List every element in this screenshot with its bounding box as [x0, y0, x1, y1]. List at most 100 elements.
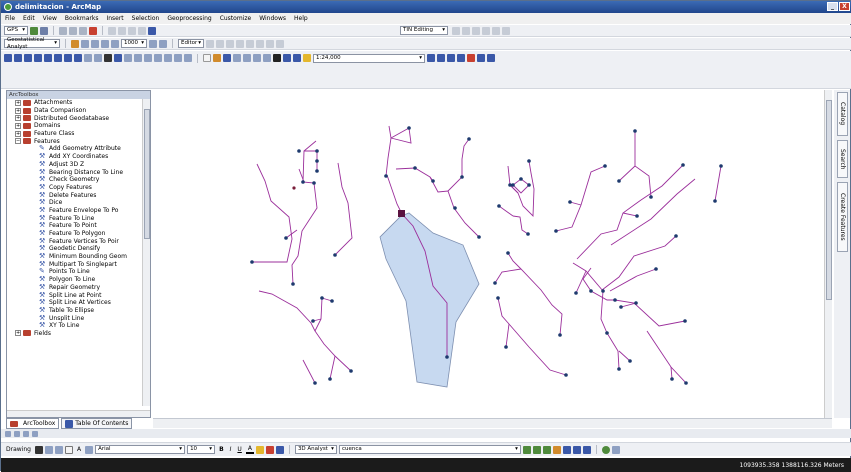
stream-line[interactable]: [618, 350, 631, 362]
stream-line[interactable]: [714, 165, 722, 202]
stream-node[interactable]: [311, 319, 315, 323]
menu-geoprocessing[interactable]: Geoprocessing: [167, 15, 211, 22]
gps-tool-icon[interactable]: [40, 26, 48, 35]
zoom-in-icon[interactable]: [4, 54, 12, 62]
expand-icon[interactable]: +: [15, 130, 21, 137]
line-color-icon[interactable]: [265, 445, 274, 454]
stream-node[interactable]: [683, 319, 687, 323]
bold-button[interactable]: B: [217, 446, 226, 453]
tin-node-icon[interactable]: [452, 26, 460, 35]
stream-node[interactable]: [477, 235, 481, 239]
attributes-icon[interactable]: [266, 39, 274, 48]
stream-node[interactable]: [635, 214, 639, 218]
stream-node[interactable]: [315, 169, 319, 173]
stream-node[interactable]: [301, 180, 305, 184]
stream-line[interactable]: [329, 355, 336, 380]
stream-node[interactable]: [453, 206, 457, 210]
stream-line[interactable]: [447, 138, 470, 192]
menu-insert[interactable]: Insert: [106, 15, 123, 22]
stream-line[interactable]: [390, 127, 410, 139]
basin-outlet-marker[interactable]: [398, 210, 405, 217]
stream-node[interactable]: [719, 164, 723, 168]
tin-edge-icon[interactable]: [462, 26, 470, 35]
line-of-sight-icon[interactable]: [542, 445, 551, 454]
stream-node[interactable]: [297, 149, 301, 153]
tool-item[interactable]: ⚒ Feature To Line: [9, 214, 144, 222]
underline-button[interactable]: U: [235, 446, 243, 453]
tool-item[interactable]: ⚒ Copy Features: [9, 183, 144, 192]
stream-line[interactable]: [395, 167, 434, 182]
stream-node[interactable]: [312, 181, 316, 185]
toolbox-item[interactable]: + Attachments: [9, 99, 144, 107]
menu-bookmarks[interactable]: Bookmarks: [65, 15, 99, 22]
forward-icon[interactable]: [74, 54, 82, 62]
clear-selection-icon[interactable]: [94, 54, 102, 62]
toolbox-item[interactable]: − Features: [9, 137, 144, 145]
stream-node[interactable]: [506, 251, 510, 255]
time-slider-icon[interactable]: [184, 54, 192, 62]
select-elements-icon[interactable]: [34, 445, 43, 454]
search-window-icon[interactable]: [457, 54, 465, 62]
stream-node[interactable]: [413, 166, 417, 170]
stream-line[interactable]: [646, 330, 687, 384]
expand-icon[interactable]: +: [15, 122, 21, 129]
stream-node[interactable]: [619, 305, 623, 309]
zoom-whole-page-icon[interactable]: [54, 445, 63, 454]
pointer-icon[interactable]: [104, 54, 112, 62]
toolbox-item[interactable]: + Fields: [9, 330, 144, 338]
measure-icon[interactable]: [144, 54, 152, 62]
stream-node[interactable]: [445, 355, 449, 359]
catalog-tab[interactable]: Catalog: [837, 92, 848, 136]
trace-icon[interactable]: [236, 39, 244, 48]
tin-delete-icon[interactable]: [482, 26, 490, 35]
fixed-zoom-out-icon[interactable]: [54, 54, 62, 62]
stream-node[interactable]: [617, 367, 621, 371]
stream-node[interactable]: [684, 381, 688, 385]
stream-line[interactable]: [555, 165, 606, 232]
font-color-button[interactable]: A: [245, 445, 254, 454]
image-icon[interactable]: [91, 39, 99, 48]
undo-icon[interactable]: [148, 26, 156, 35]
stream-node[interactable]: [313, 381, 317, 385]
open-icon[interactable]: [213, 54, 221, 62]
edit-icon[interactable]: [128, 26, 136, 35]
expand-icon[interactable]: +: [15, 99, 21, 106]
create-features-tab[interactable]: Create Features: [837, 182, 848, 252]
stream-node[interactable]: [349, 369, 353, 373]
stream-line[interactable]: [302, 359, 316, 384]
stream-line[interactable]: [610, 178, 696, 246]
tool-item[interactable]: ⚒ Feature Vertices To Poir: [9, 237, 144, 245]
pan-icon[interactable]: [24, 54, 32, 62]
stream-node[interactable]: [527, 159, 531, 163]
stream-line[interactable]: [385, 125, 392, 177]
save-icon[interactable]: [223, 54, 231, 62]
font-size-dropdown[interactable]: 10 ▾: [187, 445, 216, 454]
stream-node[interactable]: [605, 331, 609, 335]
geostatistical-analyst-dropdown[interactable]: Geostatistical Analyst ▾: [4, 37, 60, 50]
pause-drawing-icon[interactable]: [32, 430, 38, 437]
stream-node[interactable]: [649, 195, 653, 199]
callout-icon[interactable]: [85, 445, 94, 454]
flag-icon[interactable]: [89, 26, 97, 35]
split-icon[interactable]: [246, 39, 254, 48]
create-contours-icon[interactable]: [522, 445, 531, 454]
stream-node[interactable]: [284, 236, 288, 240]
edit-annotation-icon[interactable]: [216, 39, 224, 48]
stream-node[interactable]: [504, 345, 508, 349]
vertex-icon[interactable]: [118, 26, 126, 35]
italic-button[interactable]: I: [228, 446, 234, 453]
menu-view[interactable]: View: [43, 15, 57, 22]
tool-item[interactable]: ✎ Points To Line: [9, 268, 144, 276]
python-icon[interactable]: [477, 54, 485, 62]
stream-node[interactable]: [674, 234, 678, 238]
stream-line[interactable]: [258, 290, 316, 332]
stream-node[interactable]: [330, 299, 334, 303]
stream-node[interactable]: [633, 129, 637, 133]
refresh-view-icon[interactable]: [23, 430, 29, 437]
stream-node[interactable]: [601, 289, 605, 293]
sketch-properties-icon[interactable]: [276, 39, 284, 48]
arctoolbox-icon[interactable]: [467, 54, 475, 62]
stream-node[interactable]: [589, 289, 593, 293]
tab-table-of-contents[interactable]: Table Of Contents: [61, 418, 133, 429]
rotate-icon[interactable]: [256, 39, 264, 48]
